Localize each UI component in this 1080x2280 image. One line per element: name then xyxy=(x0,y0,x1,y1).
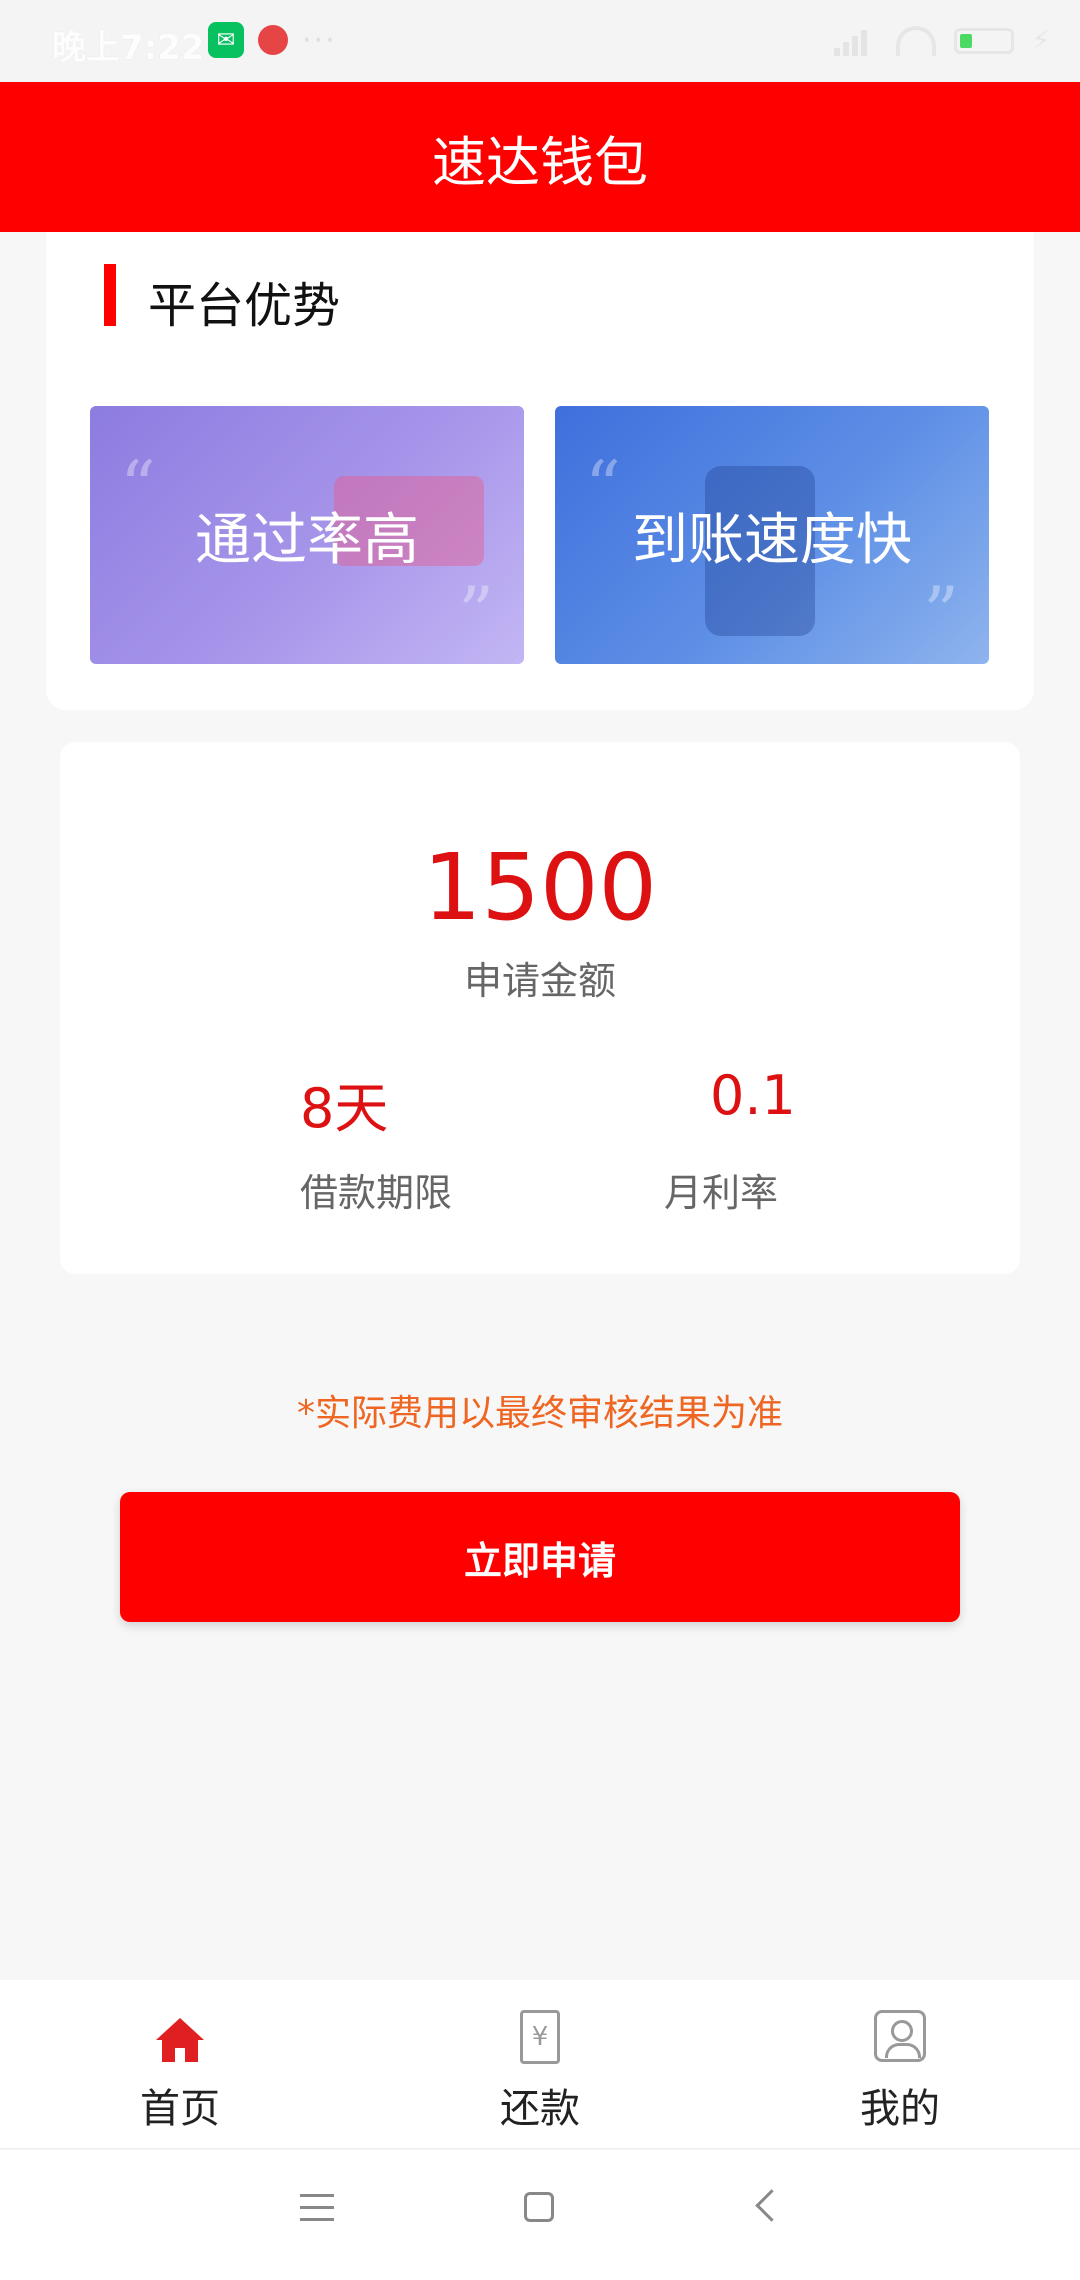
tab-repay-label: 还款 xyxy=(500,2086,580,2132)
app-header: 速达钱包 xyxy=(0,82,1080,232)
section-accent-bar xyxy=(104,264,116,326)
advantage-label: 到账速度快 xyxy=(632,507,912,573)
menu-icon[interactable] xyxy=(300,2194,334,2224)
apply-now-label: 立即申请 xyxy=(463,1540,616,1583)
wifi-icon xyxy=(895,26,936,56)
home-icon xyxy=(156,2018,204,2062)
user-icon xyxy=(874,2010,926,2062)
loan-amount-label: 申请金额 xyxy=(463,959,616,1003)
quote-close-icon: ” xyxy=(923,572,959,654)
tab-mine-label: 我的 xyxy=(860,2086,940,2132)
advantage-tile-speed[interactable]: “ 到账速度快 ” xyxy=(555,406,989,664)
loan-term-label: 借款期限 xyxy=(300,1171,453,1215)
status-system-icons: ⚡ xyxy=(833,26,1050,56)
quote-open-icon: “ xyxy=(120,446,156,528)
tab-mine[interactable]: 我的 xyxy=(770,1980,1030,2148)
bottom-tab-bar: 首页 ¥ 还款 我的 xyxy=(0,1980,1080,2149)
apply-now-button[interactable]: 立即申请 xyxy=(120,1492,960,1622)
monthly-rate-label: 月利率 xyxy=(664,1171,779,1215)
square-home-icon[interactable] xyxy=(524,2192,554,2222)
bill-icon: ¥ xyxy=(520,2010,560,2064)
back-icon[interactable] xyxy=(755,2189,788,2222)
battery-icon xyxy=(953,28,1014,54)
loan-amount: 1500 xyxy=(422,834,658,941)
quote-close-icon: ” xyxy=(458,572,494,654)
signal-icon xyxy=(833,26,878,56)
charging-icon: ⚡ xyxy=(1031,26,1050,56)
system-nav-bar xyxy=(0,2150,1080,2280)
quote-open-icon: “ xyxy=(585,446,621,528)
loan-term-value: 8天 xyxy=(300,1077,389,1140)
tab-home-label: 首页 xyxy=(140,2086,220,2132)
status-notifications: ✉ ··· xyxy=(208,22,337,58)
loan-info-card: 1500 申请金额 8天 借款期限 0.1 月利率 xyxy=(60,742,1020,1274)
advantages-card: 平台优势 “ 通过率高 ” “ 到账速度快 ” xyxy=(46,232,1034,710)
tab-repay[interactable]: ¥ 还款 xyxy=(410,1980,670,2148)
status-bar: 晚上7:22 ✉ ··· ⚡ xyxy=(0,0,1080,82)
wechat-icon: ✉ xyxy=(208,22,244,58)
advantage-tile-approval[interactable]: “ 通过率高 ” xyxy=(90,406,524,664)
advantage-label: 通过率高 xyxy=(195,507,419,573)
monthly-rate-value: 0.1 xyxy=(710,1064,796,1127)
status-time: 晚上7:22 xyxy=(52,28,205,68)
page-title: 速达钱包 xyxy=(432,130,648,194)
section-title: 平台优势 xyxy=(148,278,341,334)
fee-notice: *实际费用以最终审核结果为准 xyxy=(296,1393,783,1434)
app-notification-icon xyxy=(258,25,288,55)
tab-home[interactable]: 首页 xyxy=(50,1980,310,2148)
more-notifications-dots: ··· xyxy=(302,22,337,58)
